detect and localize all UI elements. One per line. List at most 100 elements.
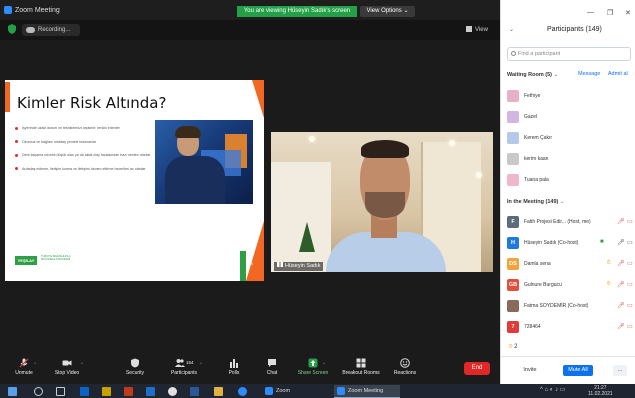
video-camera-icon (62, 360, 72, 366)
taskbar-zoom[interactable]: Zoom (262, 385, 328, 398)
mic-icon: 🎤︎ (617, 240, 625, 246)
chevron-up-icon[interactable]: ^ (81, 361, 83, 366)
admit-all-button[interactable]: Admit al (608, 71, 628, 77)
chat-button[interactable]: Chat (252, 358, 292, 376)
waiting-room-actions: Message Admit al (578, 71, 628, 77)
view-button[interactable]: View (466, 26, 488, 33)
breakout-rooms-icon (356, 358, 366, 368)
mute-all-button[interactable]: Mute All (563, 365, 593, 376)
participants-icon (174, 359, 185, 367)
yesilay-logo: YEŞİLAY (15, 256, 37, 265)
maximize-icon[interactable]: ❐ (607, 9, 613, 17)
view-options-button[interactable]: View Options ⌄ (360, 6, 415, 17)
chrome-icon[interactable] (168, 387, 177, 396)
tray-icons[interactable]: ^ ⌂ ◐ ♪ ▭ (540, 386, 565, 393)
presenter-name: Hüseyin Sadık (285, 263, 321, 269)
waiting-participant-row[interactable]: Tuana pala (507, 172, 635, 188)
video-icon: ▭ (627, 240, 633, 246)
stop-video-button[interactable]: Stop Video ^ (47, 358, 87, 376)
share-screen-icon (308, 358, 318, 368)
video-off-icon: ▭ (627, 303, 633, 309)
participant-row[interactable]: F Fatih Projesi Edir... (Host, me) 🎤︎ ▭ (507, 214, 635, 230)
windows-start-icon[interactable] (8, 387, 17, 396)
presenter-video[interactable] (271, 132, 493, 272)
slide-accent (246, 221, 264, 281)
chevron-up-icon[interactable]: ^ (34, 361, 36, 366)
avatar: H (507, 237, 519, 249)
video-off-icon: ▭ (627, 282, 633, 288)
message-button[interactable]: Message (578, 71, 600, 77)
waiting-room-header[interactable]: Waiting Room (5) ⌄ (507, 72, 558, 78)
waiting-participant-row[interactable]: Kerem Çakır (507, 130, 635, 146)
chevron-up-icon[interactable]: ^ (200, 361, 202, 366)
view-label: View (475, 27, 488, 33)
slide-title: Kimler Risk Altında? (17, 94, 167, 112)
logo-subtitle: TÜRKİYE BAĞIMLILIKLA MÜCADELE PROGRAMI (41, 255, 71, 262)
in-meeting-header[interactable]: In the Meeting (149) ⌄ (507, 199, 564, 205)
app-icon[interactable] (214, 387, 223, 396)
slide-page-number: 258 (246, 261, 253, 266)
participant-row[interactable]: 7 728464 🎤︎ ▭ (507, 319, 635, 335)
unmute-button[interactable]: Unmute ^ (4, 358, 44, 376)
task-view-icon[interactable] (56, 387, 65, 396)
waiting-participant-row[interactable]: Fethiye (507, 88, 635, 104)
chevron-up-icon[interactable]: ^ (323, 361, 325, 366)
meeting-info-bar: Recording... View (0, 20, 500, 40)
search-icon (511, 51, 516, 56)
participant-search-input[interactable]: Find a participant (507, 47, 631, 61)
participant-row[interactable]: H Hüseyin Sadık (Co-host) ■ 🎤︎ ▭ (507, 235, 635, 251)
end-meeting-button[interactable]: End (464, 362, 490, 375)
search-icon[interactable] (34, 387, 43, 396)
outlook-icon[interactable] (80, 387, 89, 396)
polls-icon (230, 359, 238, 368)
raised-hand-icon: ✋︎ (607, 281, 611, 287)
app-icon[interactable] (190, 387, 199, 396)
slide-bullet-list: İşyerinde uzakl durum ve teknikerinizi a… (15, 126, 155, 180)
avatar: DS (507, 258, 519, 270)
mic-muted-icon: 🎤︎ (617, 282, 625, 288)
powerpoint-icon[interactable] (124, 387, 133, 396)
signal-icon (277, 262, 283, 267)
recording-indicator[interactable]: Recording... (22, 24, 80, 36)
slide-photo (155, 120, 253, 204)
waiting-participant-row[interactable]: kerim kaan (507, 151, 635, 167)
reactions-button[interactable]: Reactions (385, 358, 425, 376)
word-icon[interactable] (146, 387, 155, 396)
minimize-icon[interactable]: — (587, 9, 594, 16)
breakout-rooms-button[interactable]: Breakout Rooms (337, 358, 385, 376)
shield-icon[interactable] (8, 24, 16, 34)
close-icon[interactable]: ✕ (625, 9, 631, 17)
raised-hand-icon: ✋︎ (509, 344, 513, 350)
shared-slide: Kimler Risk Altında? İşyerinde uzakl dur… (5, 80, 264, 281)
participants-button[interactable]: 154 Participants ^ (164, 358, 204, 376)
shield-icon (131, 358, 139, 368)
panel-title: Participants (149) (547, 26, 602, 33)
zoom-taskbar-icon[interactable] (238, 387, 247, 396)
avatar: 7 (507, 321, 519, 333)
avatar (507, 132, 519, 144)
explorer-icon[interactable] (102, 387, 111, 396)
raised-hand-icon: ✋︎ (607, 260, 611, 266)
participant-row[interactable]: GB Gulnure Burgucu ✋︎ 🎤︎ ▭ (507, 277, 635, 293)
sharing-icon: ■ (600, 239, 604, 245)
video-off-icon: ▭ (627, 261, 633, 267)
share-screen-button[interactable]: Share Screen ^ (293, 358, 333, 376)
grid-icon (466, 26, 472, 32)
video-off-icon: ▭ (627, 219, 633, 225)
reactions-icon (400, 358, 410, 368)
presenter-name-tag: Hüseyin Sadık (274, 262, 324, 271)
security-button[interactable]: Security (115, 358, 155, 376)
taskbar-clock[interactable]: 21:27 11.02.2021 (588, 385, 613, 397)
participants-panel: — ❐ ✕ ⌄ Participants (149) Find a partic… (500, 0, 635, 384)
taskbar-zoom-meeting[interactable]: Zoom Meeting (334, 385, 400, 398)
more-button[interactable]: ... (613, 365, 627, 376)
polls-button[interactable]: Polls (214, 358, 254, 376)
participant-row[interactable]: DS Damla sena ✋︎ 🎤︎ ▭ (507, 256, 635, 272)
recording-label: Recording... (38, 27, 71, 33)
waiting-participant-row[interactable]: Gazel (507, 109, 635, 125)
invite-button[interactable]: Invite (517, 365, 543, 376)
avatar (507, 111, 519, 123)
chevron-down-icon[interactable]: ⌄ (509, 26, 514, 33)
participant-count: 154 (185, 360, 194, 365)
participant-row[interactable]: Fatma SOYDEMİR (Co-host) 🎤︎ ▭ (507, 298, 635, 314)
